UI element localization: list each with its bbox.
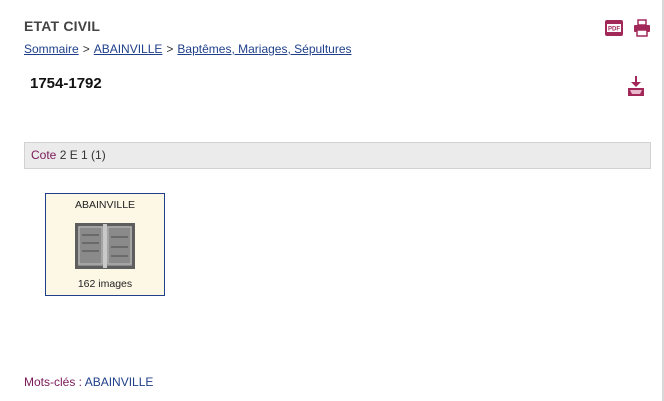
download-button[interactable] xyxy=(626,75,646,97)
register-thumbnail[interactable] xyxy=(75,223,135,269)
register-image-count: 162 images xyxy=(77,278,133,290)
breadcrumb-link-sommaire[interactable]: Sommaire xyxy=(24,42,79,56)
breadcrumb-link-baptemes[interactable]: Baptêmes, Mariages, Sépultures xyxy=(177,42,351,56)
date-range-heading: 1754-1792 xyxy=(30,75,102,92)
print-icon-button[interactable] xyxy=(632,18,652,38)
cote-bar: Cote 2 E 1 (1) xyxy=(24,142,651,169)
breadcrumb-separator: > xyxy=(82,42,90,56)
cote-label: Cote xyxy=(31,148,57,162)
keyword-link-abainville[interactable]: ABAINVILLE xyxy=(85,375,154,389)
printer-icon xyxy=(634,19,650,37)
register-card-title: ABAINVILLE xyxy=(74,199,136,211)
pdf-icon-button[interactable]: PDF xyxy=(604,18,624,38)
register-card[interactable]: ABAINVILLE 162 images xyxy=(45,193,165,296)
toolbar: PDF xyxy=(604,18,652,38)
breadcrumb-link-abainville[interactable]: ABAINVILLE xyxy=(94,42,163,56)
keywords-label: Mots-clés : xyxy=(24,375,83,389)
pdf-icon: PDF xyxy=(605,20,623,36)
cote-value: 2 E 1 (1) xyxy=(59,148,106,162)
download-icon xyxy=(628,76,644,96)
breadcrumb: Sommaire > ABAINVILLE > Baptêmes, Mariages, … xyxy=(24,42,352,56)
page-title: ETAT CIVIL xyxy=(24,18,101,34)
breadcrumb-separator: > xyxy=(166,42,174,56)
keywords: Mots-clés : ABAINVILLE xyxy=(24,375,153,389)
svg-text:PDF: PDF xyxy=(608,27,620,33)
